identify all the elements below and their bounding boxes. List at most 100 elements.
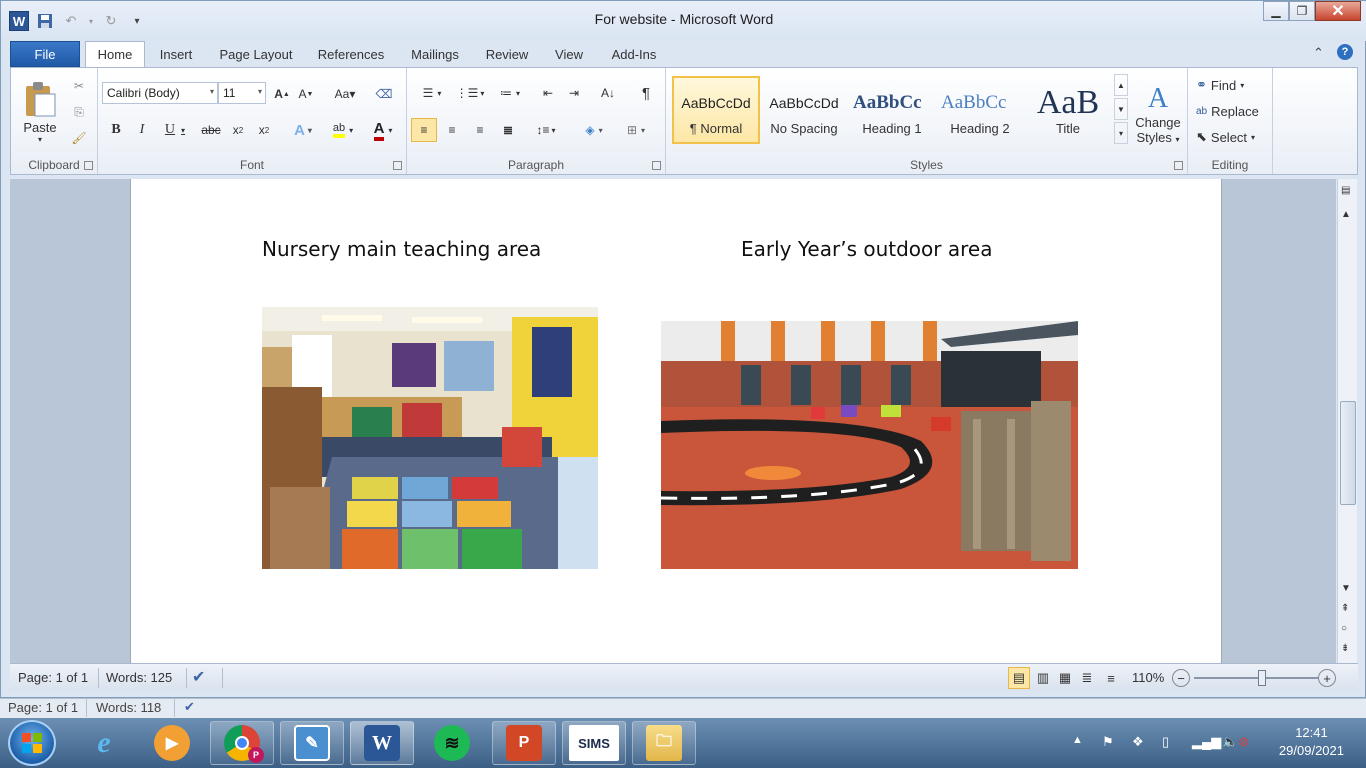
minimize-button[interactable]: ▁: [1263, 1, 1289, 21]
style-normal[interactable]: AaBbCcDd ¶ Normal: [672, 76, 760, 144]
cut-icon[interactable]: ✂: [69, 76, 89, 96]
nursery-photo[interactable]: [262, 307, 598, 569]
numbering-icon[interactable]: ⋮☰ ▾: [453, 82, 487, 104]
dropbox-icon[interactable]: ❖: [1132, 734, 1144, 750]
battery-icon[interactable]: ▯: [1162, 734, 1169, 750]
strikethrough-button[interactable]: abc: [200, 120, 222, 140]
paste-button[interactable]: Paste ▾: [17, 74, 63, 150]
start-button[interactable]: [8, 720, 56, 766]
replace-button[interactable]: ab Replace: [1196, 100, 1272, 122]
tab-view[interactable]: View: [547, 41, 591, 67]
show-formatting-icon[interactable]: ¶: [635, 82, 657, 104]
grow-font-icon[interactable]: A ▲: [272, 84, 292, 104]
format-painter-icon[interactable]: 🖌: [69, 128, 89, 148]
taskbar-powerpoint[interactable]: P: [492, 721, 556, 765]
document-area[interactable]: Nursery main teaching area Early Year’s …: [10, 179, 1336, 663]
align-right-button[interactable]: ≡: [467, 118, 493, 142]
change-case-icon[interactable]: Aa▾: [330, 84, 360, 104]
proofing-icon[interactable]: ✔: [192, 667, 205, 687]
tab-page-layout[interactable]: Page Layout: [211, 41, 301, 67]
shading-icon[interactable]: ◈ ▾: [577, 118, 611, 142]
line-spacing-icon[interactable]: ↕≡ ▾: [529, 118, 563, 142]
zoom-slider[interactable]: [1194, 670, 1318, 686]
select-button[interactable]: ⬉ Select ▾: [1196, 126, 1272, 148]
network-signal-icon[interactable]: ▂▄▆: [1192, 734, 1221, 750]
sort-icon[interactable]: A↓: [597, 82, 619, 104]
font-size-select[interactable]: 11 ▾: [218, 82, 266, 104]
taskbar-explorer[interactable]: 🗀: [632, 721, 696, 765]
scrollbar-thumb[interactable]: [1340, 401, 1356, 505]
styles-scroll-down-icon[interactable]: ▼: [1114, 98, 1128, 120]
increase-indent-icon[interactable]: ⇥: [563, 82, 585, 104]
page-count[interactable]: Page: 1 of 1: [18, 670, 88, 685]
superscript-button[interactable]: x2: [254, 120, 274, 140]
maximize-button[interactable]: ❐: [1289, 1, 1315, 21]
draft-view-icon[interactable]: ≡: [1100, 667, 1122, 689]
style-heading-2[interactable]: AaBbCc Heading 2: [936, 76, 1024, 144]
bold-button[interactable]: B: [106, 120, 126, 140]
document-page[interactable]: Nursery main teaching area Early Year’s …: [130, 179, 1222, 663]
tab-home[interactable]: Home: [85, 41, 145, 67]
previous-page-icon[interactable]: ⇞: [1341, 603, 1349, 614]
change-styles-button[interactable]: A Change Styles ▾: [1132, 74, 1184, 154]
taskbar-chrome[interactable]: P: [210, 721, 274, 765]
scroll-down-icon[interactable]: ▼: [1341, 583, 1351, 594]
italic-button[interactable]: I: [132, 120, 152, 140]
minimize-ribbon-icon[interactable]: ⌃: [1313, 45, 1324, 61]
outdoor-photo[interactable]: [661, 321, 1078, 569]
close-button[interactable]: ✕: [1315, 1, 1361, 21]
tab-add-ins[interactable]: Add-Ins: [603, 41, 665, 67]
font-color-icon[interactable]: A ▾: [366, 120, 400, 141]
clipboard-launcher-icon[interactable]: [84, 161, 93, 170]
styles-launcher-icon[interactable]: [1174, 161, 1183, 170]
zoom-in-icon[interactable]: +: [1318, 669, 1336, 687]
font-launcher-icon[interactable]: [393, 161, 402, 170]
next-page-icon[interactable]: ⇟: [1341, 643, 1349, 654]
word-count[interactable]: Words: 125: [106, 670, 172, 685]
help-icon[interactable]: ?: [1337, 44, 1353, 60]
highlight-color-icon[interactable]: ab ▾: [326, 120, 360, 140]
scroll-up-icon[interactable]: ▲: [1341, 209, 1351, 220]
subscript-button[interactable]: x2: [228, 120, 248, 140]
style-heading-1[interactable]: AaBbCc Heading 1: [848, 76, 936, 144]
borders-icon[interactable]: ⊞ ▾: [619, 118, 653, 142]
taskbar-media-player[interactable]: ▶: [140, 721, 204, 765]
vertical-scrollbar[interactable]: ▤ ▲ ▼ ⇞ ○ ⇟: [1337, 179, 1357, 663]
copy-icon[interactable]: ⎘: [69, 102, 89, 122]
zoom-level[interactable]: 110%: [1132, 670, 1164, 685]
tab-insert[interactable]: Insert: [151, 41, 201, 67]
clear-formatting-icon[interactable]: ⌫: [374, 84, 394, 104]
full-screen-reading-view-icon[interactable]: ▥: [1032, 667, 1054, 689]
system-clock[interactable]: 12:41 29/09/2021: [1279, 724, 1344, 760]
styles-scroll-up-icon[interactable]: ▲: [1114, 74, 1128, 96]
tab-references[interactable]: References: [309, 41, 393, 67]
find-button[interactable]: ⚭ Find ▾: [1196, 74, 1266, 96]
taskbar-internet-explorer[interactable]: e: [72, 721, 136, 765]
taskbar-spotify[interactable]: ≋: [420, 721, 484, 765]
taskbar-word[interactable]: W: [350, 721, 414, 765]
action-center-flag-icon[interactable]: ⚑: [1102, 734, 1114, 750]
tab-review[interactable]: Review: [479, 41, 535, 67]
style-title[interactable]: AaB Title: [1024, 76, 1112, 144]
font-name-select[interactable]: Calibri (Body) ▾: [102, 82, 218, 104]
ruler-toggle-icon[interactable]: ▤: [1341, 185, 1350, 196]
taskbar-sims[interactable]: SIMS: [562, 721, 626, 765]
align-center-button[interactable]: ≡: [439, 118, 465, 142]
outline-view-icon[interactable]: ≣: [1076, 667, 1098, 689]
align-left-button[interactable]: ≡: [411, 118, 437, 142]
text-effects-icon[interactable]: A ▾: [288, 120, 318, 140]
paragraph-launcher-icon[interactable]: [652, 161, 661, 170]
multilevel-list-icon[interactable]: ≔ ▾: [493, 82, 527, 104]
style-no-spacing[interactable]: AaBbCcDd No Spacing: [760, 76, 848, 144]
zoom-slider-thumb[interactable]: [1258, 670, 1267, 686]
volume-muted-icon[interactable]: 🔈⊘: [1222, 734, 1249, 750]
bullets-icon[interactable]: ☰ ▾: [415, 82, 449, 104]
underline-button[interactable]: U ▾: [160, 120, 190, 140]
taskbar-notes[interactable]: ✎: [280, 721, 344, 765]
show-hidden-icons-icon[interactable]: ▲: [1072, 734, 1083, 746]
zoom-out-icon[interactable]: −: [1172, 669, 1190, 687]
select-browse-object-icon[interactable]: ○: [1341, 623, 1347, 634]
print-layout-view-icon[interactable]: ▤: [1008, 667, 1030, 689]
styles-more-icon[interactable]: ▾: [1114, 122, 1128, 144]
justify-button[interactable]: ≣: [495, 118, 521, 142]
